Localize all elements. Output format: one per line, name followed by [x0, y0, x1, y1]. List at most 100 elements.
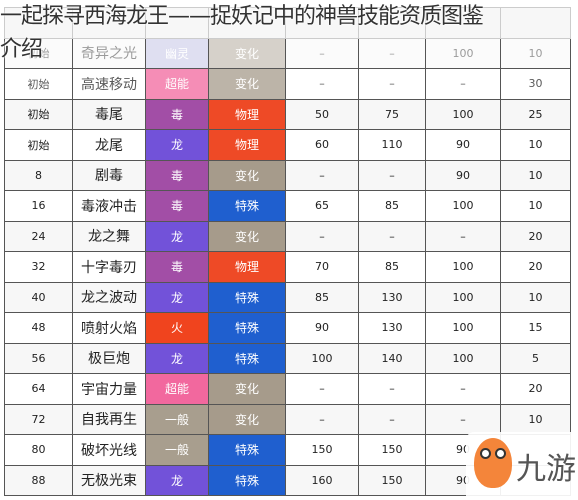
accuracy-cell: 100: [425, 190, 501, 222]
title-line-2: 介绍: [0, 37, 43, 62]
skill-name-cell: 极巨炮: [72, 342, 146, 374]
skill-name-cell: 毒尾: [72, 98, 146, 130]
level-cell: 56: [4, 342, 73, 374]
skill-table: 初始 奇异之光 幽灵 变化 – –100 10 初始 高速移动 超能 变化 – – –30 初始 毒尾毒物理 5…: [4, 7, 571, 496]
accuracy-cell: 100: [425, 251, 501, 283]
skill-name-cell: 毒液冲击: [72, 190, 146, 222]
value-cell: 130: [358, 312, 426, 344]
watermark-text: 九游: [516, 452, 576, 487]
type-badge: 毒: [145, 98, 209, 130]
skill-name-cell: 龙之舞: [72, 220, 146, 252]
category-badge: 物理: [208, 251, 286, 283]
accuracy-cell: 90: [425, 159, 501, 191]
type-badge: 火: [145, 312, 209, 344]
table-row: 8 剧毒毒变化 – –90 10: [4, 159, 571, 191]
type-badge: 龙: [145, 464, 209, 496]
table-row: 初始 高速移动 超能 变化 – – –30: [4, 68, 571, 100]
mascot-icon: [474, 438, 512, 488]
pp-cell: 10: [500, 129, 571, 161]
level-cell: 8: [4, 159, 73, 191]
table-row: 56 极巨炮龙特殊 100 140 100 5: [4, 342, 571, 374]
power-cell: –: [285, 68, 359, 100]
table-row: 初始 龙尾龙物理 60 110 90 10: [4, 129, 571, 161]
type-badge: 毒: [145, 159, 209, 191]
power-cell: 150: [285, 434, 359, 466]
power-cell: 100: [285, 342, 359, 374]
skill-name-cell: 剧毒: [72, 159, 146, 191]
accuracy-cell: 100: [425, 312, 501, 344]
power-cell: 60: [285, 129, 359, 161]
power-cell: –: [285, 403, 359, 435]
skill-name-cell: 自我再生: [72, 403, 146, 435]
pp-cell: 10: [500, 190, 571, 222]
table-row: 64 宇宙力量 超能 变化 – – –20: [4, 373, 571, 405]
power-cell: 50: [285, 98, 359, 130]
accuracy-cell: –: [425, 220, 501, 252]
value-cell: 140: [358, 342, 426, 374]
accuracy-cell: –: [425, 403, 501, 435]
table-row: 48 喷射火焰火特殊 90 130 100 15: [4, 312, 571, 344]
skill-name-cell: 十字毒刃: [72, 251, 146, 283]
value-cell: 85: [358, 251, 426, 283]
level-cell: 80: [4, 434, 73, 466]
pp-cell: 10: [500, 403, 571, 435]
level-cell: 40: [4, 281, 73, 313]
pp-cell: 10: [500, 281, 571, 313]
type-badge: 龙: [145, 220, 209, 252]
skill-name-cell: 喷射火焰: [72, 312, 146, 344]
category-badge: 特殊: [208, 312, 286, 344]
power-cell: 85: [285, 281, 359, 313]
level-cell: 初始: [4, 129, 73, 161]
accuracy-cell: 100: [425, 342, 501, 374]
value-cell: –: [358, 373, 426, 405]
level-cell: 72: [4, 403, 73, 435]
table-row: 40 龙之波动龙特殊 85 130 100 10: [4, 281, 571, 313]
power-cell: –: [285, 220, 359, 252]
skill-name-cell: 龙之波动: [72, 281, 146, 313]
category-badge: 物理: [208, 129, 286, 161]
value-cell: 130: [358, 281, 426, 313]
category-badge: 变化: [208, 220, 286, 252]
pp-cell: 20: [500, 251, 571, 283]
value-cell: –: [358, 159, 426, 191]
type-badge: 龙: [145, 281, 209, 313]
category-badge: 特殊: [208, 281, 286, 313]
page-title: 一起探寻西海龙王——捉妖记中的神兽技能资质图鉴 介绍: [0, 0, 484, 66]
level-cell: 16: [4, 190, 73, 222]
skill-name-cell: 龙尾: [72, 129, 146, 161]
title-line-1: 一起探寻西海龙王——捉妖记中的神兽技能资质图鉴: [0, 4, 484, 29]
category-badge: 变化: [208, 403, 286, 435]
type-badge: 一般: [145, 403, 209, 435]
power-cell: –: [285, 159, 359, 191]
watermark-logo: 九游: [466, 432, 578, 500]
accuracy-cell: 90: [425, 129, 501, 161]
value-cell: 150: [358, 464, 426, 496]
category-badge: 变化: [208, 373, 286, 405]
value-cell: –: [358, 68, 426, 100]
type-badge: 毒: [145, 251, 209, 283]
level-cell: 32: [4, 251, 73, 283]
skill-name-cell: 高速移动: [72, 68, 146, 100]
power-cell: 160: [285, 464, 359, 496]
category-badge: 特殊: [208, 434, 286, 466]
value-cell: 85: [358, 190, 426, 222]
category-badge: 变化: [208, 68, 286, 100]
pp-cell: 20: [500, 373, 571, 405]
level-cell: 64: [4, 373, 73, 405]
category-badge: 变化: [208, 159, 286, 191]
level-cell: 48: [4, 312, 73, 344]
power-cell: 90: [285, 312, 359, 344]
accuracy-cell: 100: [425, 98, 501, 130]
category-badge: 特殊: [208, 464, 286, 496]
level-cell: 初始: [4, 98, 73, 130]
skill-name-cell: 无极光束: [72, 464, 146, 496]
type-badge: 毒: [145, 190, 209, 222]
value-cell: 150: [358, 434, 426, 466]
table-row: 16 毒液冲击毒特殊 65 85 100 10: [4, 190, 571, 222]
value-cell: 75: [358, 98, 426, 130]
pp-cell: 10: [500, 37, 571, 69]
pp-cell: 20: [500, 220, 571, 252]
type-badge: 龙: [145, 342, 209, 374]
level-cell: 24: [4, 220, 73, 252]
level-cell: 88: [4, 464, 73, 496]
